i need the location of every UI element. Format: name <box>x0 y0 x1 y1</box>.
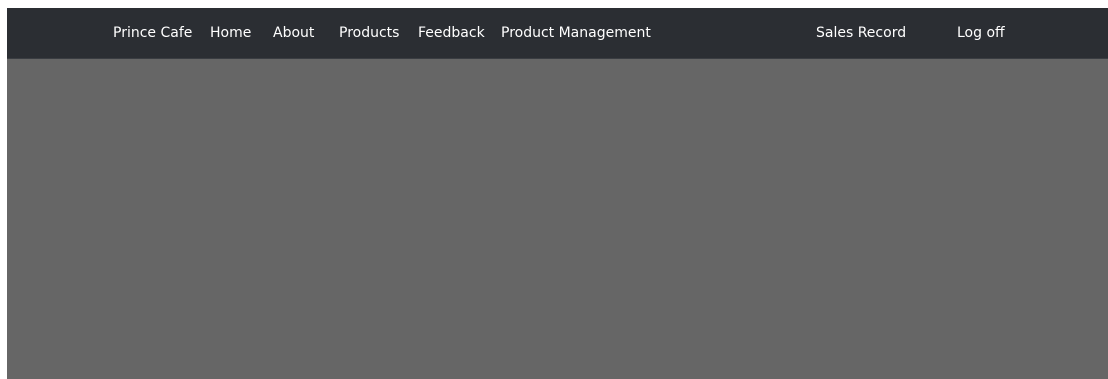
nav-link-about[interactable]: About <box>273 8 314 59</box>
nav-link-log-off[interactable]: Log off <box>957 8 1005 59</box>
nav-link-products[interactable]: Products <box>339 8 399 59</box>
nav-link-product-management[interactable]: Product Management <box>501 8 651 59</box>
top-navbar: Prince Cafe Home About Products Feedback… <box>7 8 1108 59</box>
nav-link-home[interactable]: Home <box>210 8 251 59</box>
nav-link-sales-record[interactable]: Sales Record <box>816 8 906 59</box>
page-frame: Prince Cafe Home About Products Feedback… <box>7 8 1108 379</box>
nav-link-feedback[interactable]: Feedback <box>418 8 485 59</box>
brand-link[interactable]: Prince Cafe <box>113 8 192 59</box>
content-overlay <box>7 59 1108 379</box>
